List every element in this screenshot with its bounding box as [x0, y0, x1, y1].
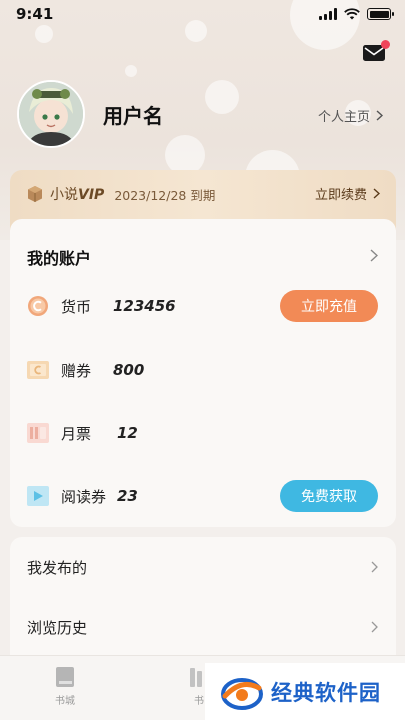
- wifi-icon: [344, 8, 360, 20]
- chevron-right-icon: [373, 188, 380, 199]
- coupon-row: 赠券 800: [27, 353, 378, 387]
- recharge-button[interactable]: 立即充值: [280, 290, 378, 322]
- personal-homepage-label: 个人主页: [317, 110, 370, 125]
- renew-button[interactable]: 立即续费: [315, 184, 380, 203]
- menu-item-label: 浏览历史: [27, 618, 88, 637]
- coin-icon: [27, 295, 49, 317]
- watermark: 经典软件园: [205, 663, 405, 720]
- vip-expiry: 2023/12/28 到期: [114, 187, 216, 203]
- reading-ticket-row: 阅读券 23 免费获取: [27, 479, 378, 513]
- status-bar: 9:41: [0, 0, 405, 28]
- menu-item-browse-history[interactable]: 浏览历史: [27, 612, 378, 642]
- monthly-ticket-value: 12: [117, 424, 138, 442]
- currency-label: 货币: [61, 297, 92, 316]
- vip-title: 小说VIP: [50, 187, 105, 203]
- avatar-image: [19, 82, 83, 146]
- renew-label: 立即续费: [314, 188, 367, 203]
- chevron-right-icon: [371, 561, 378, 573]
- ticket-icon: [27, 422, 49, 444]
- avatar[interactable]: [17, 80, 85, 148]
- menu-item-my-published[interactable]: 我发布的: [27, 552, 378, 582]
- get-free-button[interactable]: 免费获取: [280, 480, 378, 512]
- reading-ticket-value: 23: [117, 487, 138, 505]
- chevron-right-icon: [376, 110, 383, 121]
- tab-label: 书城: [55, 696, 75, 707]
- battery-icon: [367, 8, 394, 20]
- watermark-logo-icon: [221, 677, 263, 710]
- coupon-icon: [27, 359, 49, 381]
- tab-bookstore[interactable]: 书城: [55, 666, 75, 707]
- reading-ticket-label: 阅读券: [61, 487, 107, 506]
- watermark-text: 经典软件园: [271, 680, 381, 705]
- status-time: 9:41: [16, 5, 54, 23]
- my-account-card: 我的账户 货币 123456 立即充值 赠券 800 月票 12 阅读券 23 …: [10, 219, 396, 527]
- account-title: 我的账户: [27, 249, 92, 268]
- read-ticket-icon: [27, 485, 49, 507]
- monthly-ticket-row: 月票 12: [27, 416, 378, 450]
- coupon-value: 800: [113, 361, 145, 379]
- unread-badge: [381, 40, 390, 49]
- monthly-ticket-label: 月票: [61, 424, 92, 443]
- personal-homepage-link[interactable]: 个人主页: [318, 106, 383, 125]
- username: 用户名: [103, 103, 163, 128]
- profile-section: 用户名: [17, 80, 163, 148]
- chevron-right-icon[interactable]: [370, 249, 378, 262]
- vip-box-icon: [28, 186, 42, 202]
- chevron-right-icon: [371, 621, 378, 633]
- currency-value: 123456: [113, 297, 176, 315]
- menu-item-label: 我发布的: [27, 558, 88, 577]
- currency-row: 货币 123456 立即充值: [27, 289, 378, 323]
- coupon-label: 赠券: [61, 361, 92, 380]
- tab-label: 书: [194, 696, 204, 707]
- cellular-signal-icon: [319, 8, 337, 20]
- status-icons: [319, 8, 394, 20]
- message-button[interactable]: [363, 40, 390, 61]
- book-icon: [56, 667, 74, 687]
